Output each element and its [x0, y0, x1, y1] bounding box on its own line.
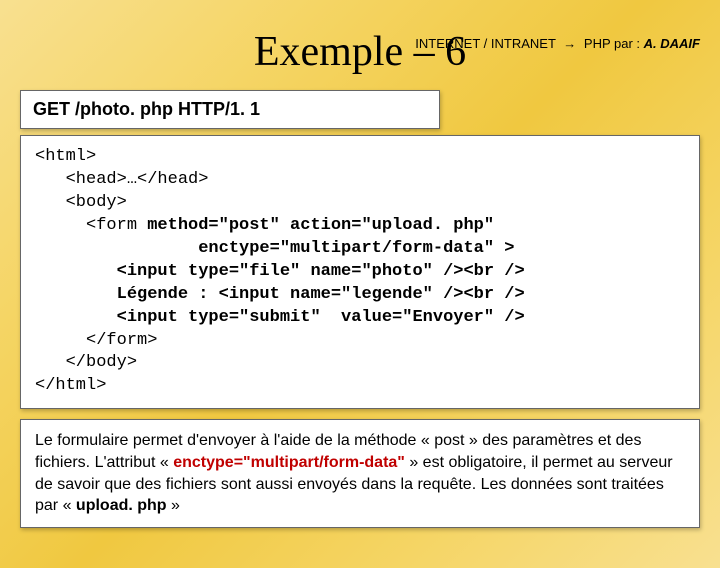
code-line-bold: <input type="submit" value="Envoyer" /> — [35, 308, 525, 327]
header-right-prefix: PHP par : — [584, 36, 644, 51]
code-line: </body> — [35, 353, 137, 372]
code-line: <form — [35, 216, 147, 235]
description-box: Le formulaire permet d'envoyer à l'aide … — [20, 419, 700, 527]
code-line: </form> — [35, 331, 157, 350]
code-line: <html> — [35, 147, 96, 166]
header-author: A. DAAIF — [644, 36, 700, 51]
arrow-right-icon: → — [563, 36, 576, 51]
http-request-line: GET /photo. php HTTP/1. 1 — [33, 99, 260, 119]
code-line-bold: <input type="file" name="photo" /><br /> — [35, 262, 525, 281]
header-left: INTERNET / INTRANET — [415, 36, 555, 51]
code-line-bold: enctype="multipart/form-data" > — [35, 239, 514, 258]
http-request-box: GET /photo. php HTTP/1. 1 — [20, 90, 440, 129]
code-line-bold: Légende : <input name="legende" /><br /> — [35, 285, 525, 304]
code-line: <head>…</head> — [35, 170, 208, 189]
code-box: <html> <head>…</head> <body> <form metho… — [20, 135, 700, 409]
code-line-bold: method="post" action="upload. php" — [147, 216, 494, 235]
description-bold: upload. php — [76, 497, 167, 514]
code-line: </html> — [35, 376, 106, 395]
code-line: <body> — [35, 193, 127, 212]
description-text: » — [167, 497, 180, 514]
header-strip: INTERNET / INTRANET → PHP par : A. DAAIF — [415, 36, 700, 51]
description-highlight: enctype="multipart/form-data" — [173, 454, 405, 471]
